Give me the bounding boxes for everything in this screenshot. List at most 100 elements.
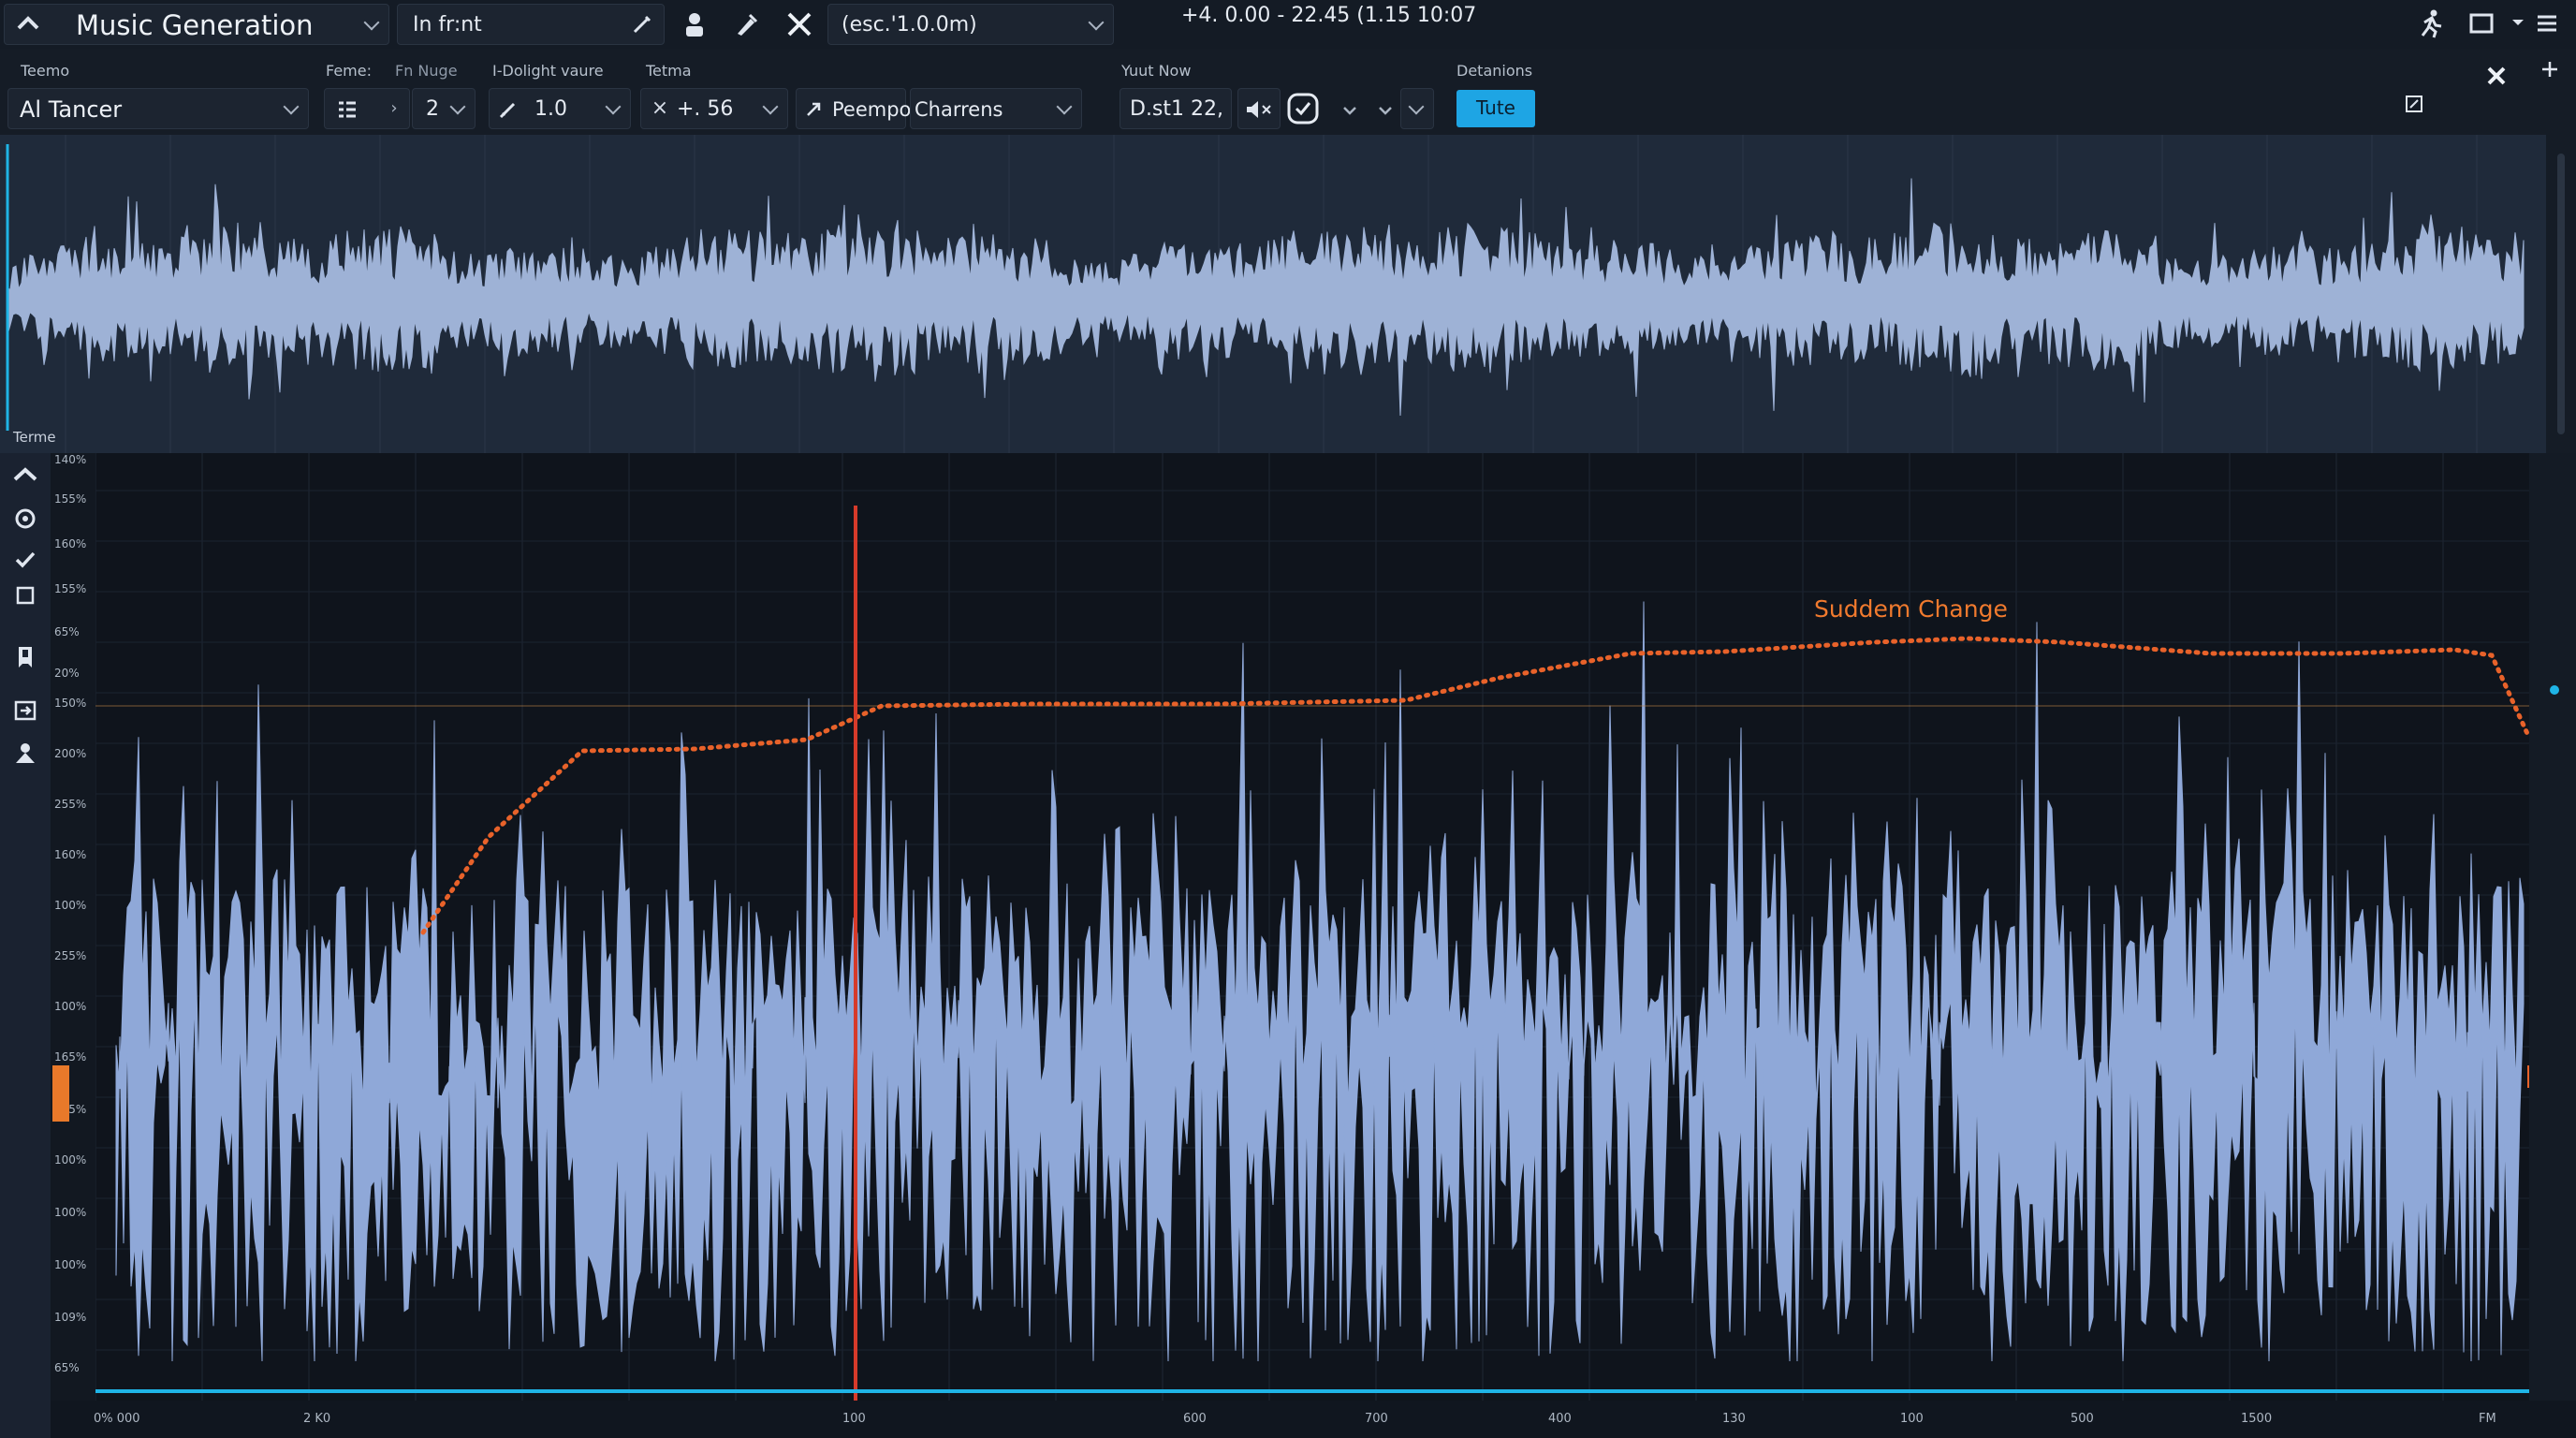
teemo-label: Teemo <box>21 62 70 80</box>
y-tick-label: 255% <box>54 798 87 811</box>
tute-button[interactable]: Tute <box>1456 90 1535 127</box>
file-name: In fr:nt <box>413 13 482 37</box>
waveform-editor[interactable]: Suddem Change <box>95 453 2529 1401</box>
multiply-icon: × <box>651 96 669 120</box>
pen-tool-icon[interactable] <box>730 9 760 39</box>
window-icon[interactable] <box>2467 9 2496 37</box>
x-tick-label: 500 <box>2071 1412 2094 1426</box>
user-icon[interactable] <box>680 9 710 39</box>
file-name-field[interactable]: In fr:nt <box>397 4 665 45</box>
x-tick-label: 100 <box>842 1412 866 1426</box>
check-icon[interactable] <box>0 541 51 579</box>
edit-icon[interactable] <box>630 12 654 37</box>
y-tick-label: 160% <box>54 848 87 861</box>
tetma-label: Tetma <box>646 62 692 80</box>
overview-waveform <box>6 135 2525 453</box>
run-icon[interactable] <box>2415 7 2447 39</box>
grid-icon <box>336 98 359 121</box>
person-icon[interactable] <box>0 734 51 771</box>
peempo-label: Peempo <box>832 98 912 121</box>
arrow-icon <box>804 98 825 119</box>
title-bar: Music Generation In fr:nt (esc.'1.0.0m) … <box>0 0 2576 50</box>
gear-icon[interactable] <box>0 500 51 537</box>
toolbar: Teemo Al Tancer Feme: Fn Nuge › 2 I-Doli… <box>0 49 2576 136</box>
chevron-down-icon <box>605 98 622 115</box>
app-title-dropdown[interactable]: Music Generation <box>4 4 389 45</box>
yuut-value: D.st1 22, <box>1130 97 1223 121</box>
feme-label: Feme: <box>326 62 372 80</box>
yuut-label: Yuut Now <box>1121 62 1192 80</box>
x-tick-label: 700 <box>1365 1412 1388 1426</box>
bookmark-icon[interactable] <box>0 638 51 676</box>
export-icon[interactable] <box>0 691 51 728</box>
chevron-down-icon <box>1408 98 1425 115</box>
overview-scrollbar[interactable] <box>2546 135 2576 453</box>
pencil-icon <box>497 98 520 121</box>
y-scale-handle[interactable] <box>52 1065 69 1122</box>
chevron-down-icon <box>363 14 380 31</box>
add-icon[interactable] <box>2539 58 2561 81</box>
detanions-label: Detanions <box>1456 62 1533 80</box>
dolight-label: I-Dolight vaure <box>492 62 604 80</box>
chevron-down-icon <box>283 98 300 115</box>
y-tick-label: 65% <box>54 625 80 638</box>
teemo-dropdown[interactable]: Al Tancer <box>7 88 309 129</box>
close-icon[interactable] <box>783 7 816 41</box>
y-tick-label: 140% <box>54 453 87 466</box>
note-icon[interactable] <box>2402 92 2426 116</box>
y-tick-label: 200% <box>54 747 87 760</box>
x-tick-label: 1500 <box>2241 1412 2273 1426</box>
home-icon[interactable] <box>0 457 51 494</box>
dolight-dropdown[interactable]: 1.0 <box>489 88 631 129</box>
feme-grid-button[interactable]: › <box>324 88 410 129</box>
y-tick-label: 155% <box>54 582 87 595</box>
charrens-dropdown[interactable]: Charrens <box>910 88 1082 129</box>
teemo-value: Al Tancer <box>20 96 123 123</box>
y-tick-label: 150% <box>54 697 87 710</box>
time-range-readout: +4. 0.00 - 22.45 (1.15 10:07 <box>1181 4 1477 27</box>
chevron-down-icon[interactable] <box>1376 101 1395 120</box>
app-title: Music Generation <box>76 9 314 41</box>
peempo-button[interactable]: Peempo <box>796 88 911 129</box>
close-icon[interactable] <box>2482 62 2510 90</box>
y-tick-label: 165% <box>54 1050 87 1064</box>
overview-panel[interactable]: Terme <box>0 135 2546 455</box>
chevron-down-icon <box>762 98 779 115</box>
chevron-down-icon <box>449 98 466 115</box>
overview-label: Terme <box>13 429 56 446</box>
speaker-icon <box>1244 98 1276 121</box>
chevron-down-icon[interactable] <box>2509 13 2527 32</box>
tool-rail <box>0 453 51 1438</box>
fn-nuge-dropdown[interactable]: 2 <box>412 88 476 129</box>
y-tick-label: 100% <box>54 1000 87 1013</box>
extra-dropdown[interactable] <box>1400 88 1434 129</box>
y-tick-label: 100% <box>54 1258 87 1271</box>
right-side-panel <box>2529 453 2576 1438</box>
chevron-down-icon <box>1056 98 1073 115</box>
y-tick-label: 160% <box>54 537 87 550</box>
fn-nuge-label: Fn Nuge <box>395 62 458 80</box>
square-icon[interactable] <box>0 577 51 614</box>
selection-value: (esc.'1.0.0m) <box>842 13 977 37</box>
home-icon[interactable] <box>14 10 42 38</box>
y-tick-label: 155% <box>54 492 87 506</box>
x-axis: 0% 000 2 K0 100 600 700 400 130 100 500 1500 FM <box>51 1401 2576 1438</box>
check-circle-icon[interactable] <box>1286 92 1320 125</box>
x-tick-label: 600 <box>1183 1412 1207 1426</box>
y-tick-label: 255% <box>54 949 87 962</box>
chevron-down-icon <box>1088 14 1105 31</box>
yuut-field[interactable]: D.st1 22, <box>1120 88 1232 129</box>
selection-dropdown[interactable]: (esc.'1.0.0m) <box>827 4 1114 45</box>
charrens-value: Charrens <box>915 98 1003 121</box>
volume-button[interactable] <box>1237 88 1281 129</box>
chevron-right-icon: › <box>390 98 398 118</box>
x-tick-label: 2 K0 <box>303 1412 331 1426</box>
sudden-change-annotation: Suddem Change <box>1814 595 2008 623</box>
y-tick-label: 109% <box>54 1311 87 1324</box>
tetma-dropdown[interactable]: × +. 56 <box>640 88 788 129</box>
x-tick-label: 400 <box>1548 1412 1572 1426</box>
menu-icon[interactable] <box>2533 9 2561 37</box>
y-tick-label: 65% <box>54 1361 80 1374</box>
chevron-down-icon[interactable] <box>1340 101 1359 120</box>
main-waveform-svg <box>95 453 2529 1401</box>
